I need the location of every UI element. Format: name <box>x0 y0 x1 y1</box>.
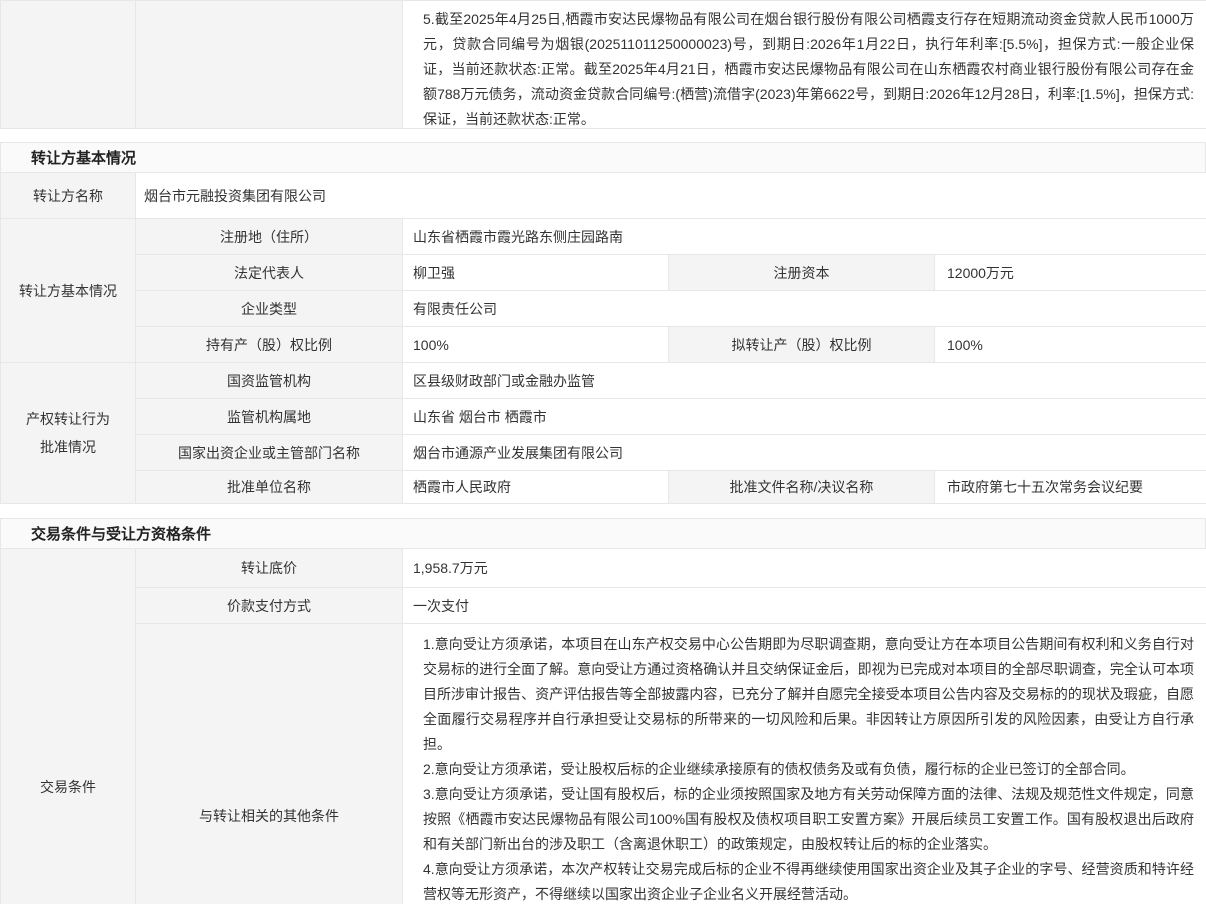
field-label-payment-method: 价款支付方式 <box>136 588 403 624</box>
field-label-regulator-location: 监管机构属地 <box>136 399 403 435</box>
field-label-state-owner: 国家出资企业或主管部门名称 <box>136 435 403 471</box>
field-label-other-conditions: 与转让相关的其他条件 <box>136 624 403 904</box>
field-label-floor-price: 转让底价 <box>136 549 403 588</box>
field-value-registered-capital: 12000万元 <box>935 255 1206 291</box>
field-label-holding-ratio: 持有产（股）权比例 <box>136 327 403 363</box>
section-header-transferor: 转让方基本情况 <box>0 142 1206 173</box>
field-value-approver: 栖霞市人民政府 <box>403 471 669 504</box>
loan-note-cell: 5.截至2025年4月25日,栖霞市安达民爆物品有限公司在烟台银行股份有限公司栖… <box>403 1 1206 129</box>
other-conditions-text: 1.意向受让方须承诺，本项目在山东产权交易中心公告期即为尽职调查期，意向受让方在… <box>413 624 1206 904</box>
field-label-approval-doc: 批准文件名称/决议名称 <box>669 471 935 504</box>
transferor-table: 转让方名称 烟台市元融投资集团有限公司 转让方基本情况 注册地（住所） 山东省栖… <box>0 173 1206 504</box>
field-value-approval-doc: 市政府第七十五次常务会议纪要 <box>935 471 1206 504</box>
section-header-transferor-title: 转让方基本情况 <box>31 147 136 168</box>
row-group-label-approval: 产权转让行为 批准情况 <box>1 363 136 504</box>
field-label-company-type: 企业类型 <box>136 291 403 327</box>
field-label-transferor-name: 转让方名称 <box>1 173 136 219</box>
project-detail-page: 5.截至2025年4月25日,栖霞市安达民爆物品有限公司在烟台银行股份有限公司栖… <box>0 0 1206 904</box>
row-group-label-approval-line1: 产权转让行为 <box>26 405 110 433</box>
field-value-transfer-ratio: 100% <box>935 327 1206 363</box>
field-label-sasac-regulator: 国资监管机构 <box>136 363 403 399</box>
field-value-payment-method: 一次支付 <box>403 588 1206 624</box>
field-label-transfer-ratio: 拟转让产（股）权比例 <box>669 327 935 363</box>
field-value-other-conditions: 1.意向受让方须承诺，本项目在山东产权交易中心公告期即为尽职调查期，意向受让方在… <box>403 624 1206 904</box>
prior-group-label-cell <box>1 1 136 129</box>
section-header-conditions: 交易条件与受让方资格条件 <box>0 518 1206 549</box>
field-value-holding-ratio: 100% <box>403 327 669 363</box>
row-group-label-conditions: 交易条件 <box>1 549 136 904</box>
field-value-regulator-location: 山东省 烟台市 栖霞市 <box>403 399 1206 435</box>
section-header-conditions-title: 交易条件与受让方资格条件 <box>31 523 211 544</box>
field-label-legal-representative: 法定代表人 <box>136 255 403 291</box>
field-value-state-owner: 烟台市通源产业发展集团有限公司 <box>403 435 1206 471</box>
loan-note-text: 5.截至2025年4月25日,栖霞市安达民爆物品有限公司在烟台银行股份有限公司栖… <box>413 1 1206 129</box>
field-label-registered-address: 注册地（住所） <box>136 219 403 255</box>
field-value-transferor-name: 烟台市元融投资集团有限公司 <box>136 173 1206 219</box>
prior-field-label-cell <box>136 1 403 129</box>
field-value-sasac-regulator: 区县级财政部门或金融办监管 <box>403 363 1206 399</box>
field-value-registered-address: 山东省栖霞市霞光路东侧庄园路南 <box>403 219 1206 255</box>
row-group-label-approval-line2: 批准情况 <box>40 433 96 461</box>
conditions-table: 交易条件 转让底价 1,958.7万元 价款支付方式 一次支付 与转让相关的其他… <box>0 549 1206 904</box>
field-value-legal-representative: 柳卫强 <box>403 255 669 291</box>
field-value-floor-price: 1,958.7万元 <box>403 549 1206 588</box>
prior-section-tail-row: 5.截至2025年4月25日,栖霞市安达民爆物品有限公司在烟台银行股份有限公司栖… <box>0 0 1206 129</box>
field-label-approver: 批准单位名称 <box>136 471 403 504</box>
row-group-label-basic-info: 转让方基本情况 <box>1 219 136 363</box>
field-label-registered-capital: 注册资本 <box>669 255 935 291</box>
field-value-company-type: 有限责任公司 <box>403 291 1206 327</box>
